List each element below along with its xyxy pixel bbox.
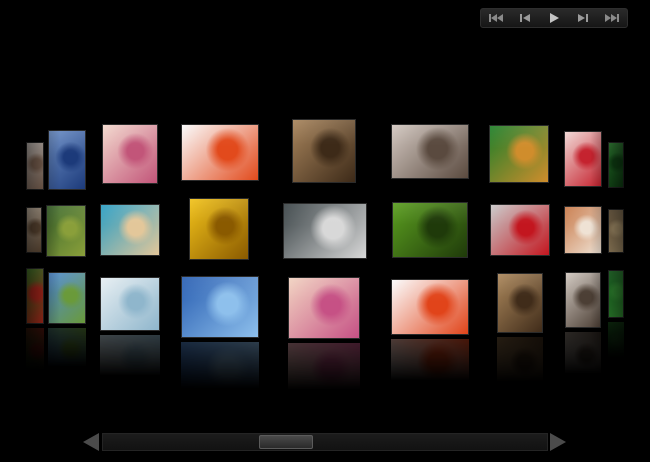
gloss-overlay <box>101 205 159 255</box>
photo-reflection <box>288 343 360 390</box>
tree-frog-photo[interactable] <box>489 125 549 183</box>
gloss-overlay <box>47 206 85 256</box>
gloss-overlay <box>293 120 355 182</box>
photo-reflection <box>26 328 44 370</box>
gloss-overlay <box>49 131 85 189</box>
reflection-image <box>565 332 601 374</box>
green-leaf-photo[interactable] <box>608 142 624 188</box>
gloss-overlay <box>393 203 467 257</box>
reflection-image <box>181 342 259 389</box>
girl-chef-photo[interactable] <box>26 142 44 190</box>
party-woman-red-photo[interactable] <box>564 131 602 187</box>
gloss-overlay <box>103 125 157 183</box>
gloss-overlay <box>27 269 43 323</box>
gloss-overlay <box>565 132 601 186</box>
photo-reflection <box>608 322 624 358</box>
gloss-overlay <box>182 277 258 337</box>
gloss-overlay <box>392 125 468 178</box>
photo-reflection <box>48 328 86 367</box>
dining-room-photo[interactable] <box>608 209 624 253</box>
party-table-photo[interactable] <box>564 206 602 254</box>
photo-wall <box>0 0 650 462</box>
gloss-overlay <box>284 204 366 258</box>
woman-orchid-large-photo[interactable] <box>288 277 360 339</box>
sunflowers-photo[interactable] <box>189 198 249 260</box>
reflection-image <box>100 335 160 376</box>
gloss-overlay <box>609 143 623 187</box>
photo-reflection <box>100 335 160 376</box>
gloss-overlay <box>566 273 600 327</box>
scroll-left-arrow-icon[interactable] <box>83 433 99 451</box>
gloss-overlay <box>491 205 549 255</box>
teacher-chalkboard-photo[interactable] <box>283 203 367 259</box>
bird-sky-photo[interactable] <box>48 130 86 190</box>
photo-reflection <box>565 332 601 374</box>
photo-reflection <box>497 337 543 382</box>
gloss-overlay <box>490 126 548 182</box>
reflection-image <box>497 337 543 382</box>
gloss-overlay <box>27 208 41 252</box>
gloss-overlay <box>289 278 359 338</box>
reflection-image <box>288 343 360 390</box>
bird-sky-large-photo[interactable] <box>181 276 259 338</box>
green-kitchen-photo[interactable] <box>392 202 468 258</box>
beach-starfish-photo[interactable] <box>100 204 160 256</box>
photo-reflection <box>181 342 259 389</box>
gloss-overlay <box>609 210 623 252</box>
gloss-overlay <box>49 273 85 323</box>
tree-frog-large-photo[interactable] <box>608 270 624 318</box>
gloss-overlay <box>101 278 159 330</box>
gloss-overlay <box>182 125 258 180</box>
woman-orchid-photo[interactable] <box>102 124 158 184</box>
eiffel-tower-photo[interactable] <box>48 272 86 324</box>
woman-gerbera-large-photo[interactable] <box>391 279 469 335</box>
woman-gerbera-profile-photo[interactable] <box>181 124 259 181</box>
gloss-overlay <box>498 274 542 332</box>
curly-hair-woman-large-photo[interactable] <box>497 273 543 333</box>
lab-scientists-photo[interactable] <box>100 277 160 331</box>
reflection-image <box>26 328 44 370</box>
scroll-right-arrow-icon[interactable] <box>550 433 566 451</box>
business-race-large-photo[interactable] <box>565 272 601 328</box>
salad-photo[interactable] <box>26 207 42 253</box>
curly-hair-woman-photo[interactable] <box>292 119 356 183</box>
gloss-overlay <box>565 207 601 253</box>
gloss-overlay <box>27 143 43 189</box>
gloss-overlay <box>190 199 248 259</box>
reflection-image <box>608 322 624 358</box>
business-race-photo[interactable] <box>391 124 469 179</box>
red-sports-car-photo[interactable] <box>490 204 550 256</box>
reflection-image <box>48 328 86 367</box>
photo-reflection <box>391 339 469 381</box>
scroll-track[interactable] <box>102 433 548 451</box>
green-chair-room-photo[interactable] <box>46 205 86 257</box>
gloss-overlay <box>609 271 623 317</box>
gloss-overlay <box>392 280 468 334</box>
red-flower-field-photo[interactable] <box>26 268 44 324</box>
scroll-thumb[interactable] <box>259 435 313 449</box>
reflection-image <box>391 339 469 381</box>
